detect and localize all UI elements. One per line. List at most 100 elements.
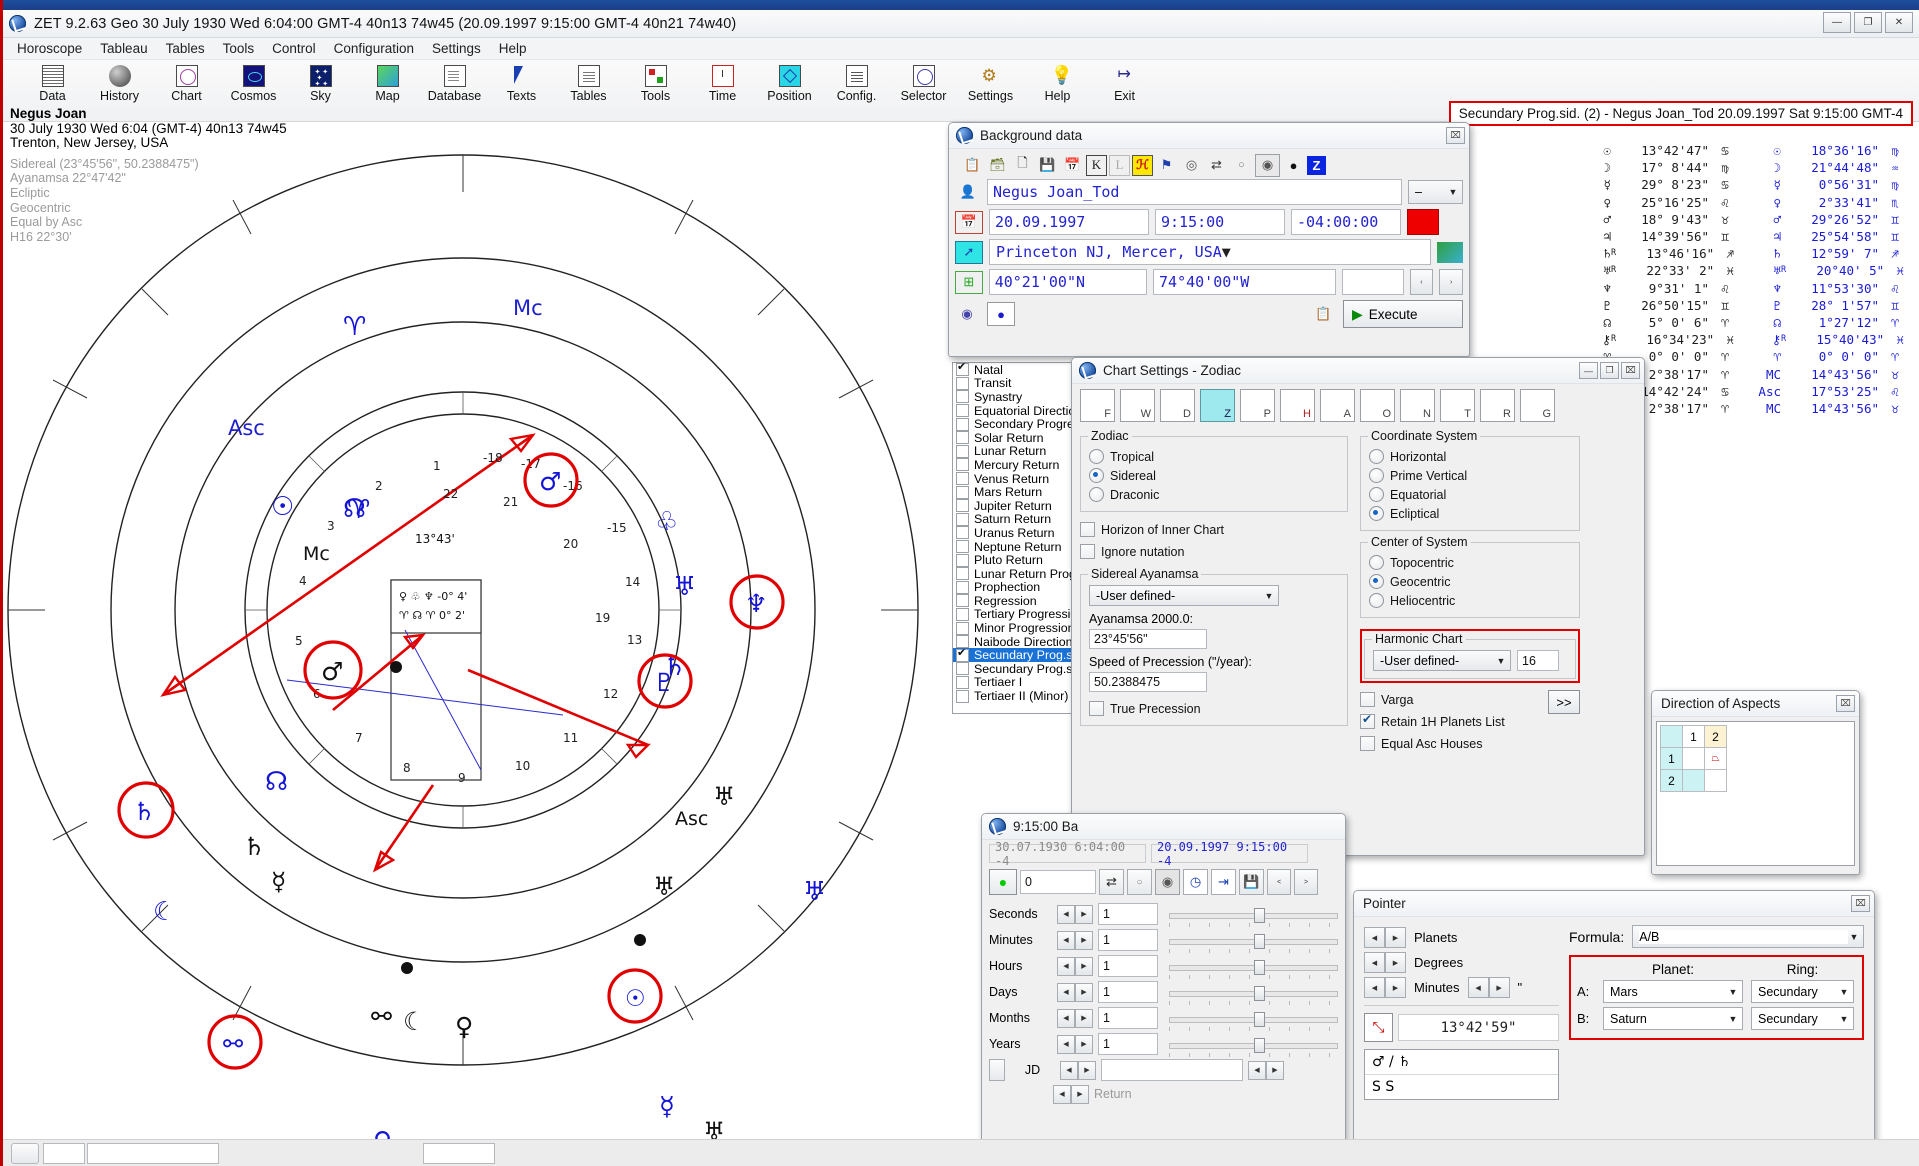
increment-button[interactable]: ▶ <box>1075 956 1093 976</box>
list-item[interactable]: Tertiaer I <box>953 675 1071 689</box>
checkbox[interactable] <box>956 646 969 662</box>
radio-icon[interactable] <box>1369 487 1384 502</box>
ring-icon[interactable]: ◉ <box>1155 869 1180 895</box>
toolbar-button-exit[interactable]: ↦ Exit <box>1091 63 1158 103</box>
close-icon[interactable]: ⌧ <box>1836 695 1855 712</box>
tab-P[interactable]: P <box>1240 389 1275 422</box>
planet-b-select[interactable]: Saturn ▼ <box>1603 1007 1743 1030</box>
location-icon[interactable]: ➚ <box>955 240 983 264</box>
target-datetime-field[interactable]: 20.09.1997 9:15:00 -4 <box>1151 840 1308 868</box>
tab-O[interactable]: O <box>1360 389 1395 422</box>
dot-icon[interactable]: ● <box>987 302 1015 326</box>
toolbar-button-data[interactable]: Data <box>19 63 86 103</box>
name-field[interactable]: Negus Joan_Tod <box>987 179 1402 205</box>
radio-icon[interactable] <box>1369 574 1384 589</box>
ayanamsa-preset-select[interactable]: -User defined- ▼ <box>1089 585 1279 606</box>
increment-button[interactable]: ▶ <box>1266 1060 1284 1080</box>
date-field[interactable]: 20.09.1997 <box>989 209 1149 235</box>
close-button[interactable]: ✕ <box>1885 12 1913 33</box>
maximize-button[interactable]: ❐ <box>1854 12 1882 33</box>
toolbar-button-history[interactable]: History <box>86 63 153 103</box>
increment-button[interactable]: ▶ <box>1385 927 1406 948</box>
stepper-buttons[interactable]: ◀ ▶ <box>1057 904 1093 924</box>
radio-icon[interactable] <box>1089 449 1104 464</box>
time-field[interactable]: 9:15:00 <box>1155 209 1285 235</box>
z-icon[interactable]: Z <box>1307 155 1326 175</box>
step-value-field[interactable]: 1 <box>1098 1033 1158 1055</box>
menu-settings[interactable]: Settings <box>423 39 490 58</box>
minimize-button[interactable]: — <box>1579 362 1598 379</box>
checkbox-ignore-nutation[interactable]: Ignore nutation <box>1080 542 1348 561</box>
decrement-button[interactable]: ◀ <box>1057 930 1075 950</box>
radio-icon[interactable] <box>1369 506 1384 521</box>
k-icon[interactable]: K <box>1086 154 1107 176</box>
menu-control[interactable]: Control <box>263 39 325 58</box>
list-item[interactable]: Venus Return <box>953 472 1071 486</box>
list-item[interactable]: Mars Return <box>953 485 1071 499</box>
matrix-cell[interactable] <box>1704 769 1727 792</box>
matrix-cell-active[interactable]: ⏢ <box>1704 747 1727 770</box>
toolbar-button-settings[interactable]: ⚙ Settings <box>957 63 1024 103</box>
chart-settings-dialog[interactable]: Chart Settings - Zodiac — ❐ ⌧ F W D Z P … <box>1071 357 1645 856</box>
gender-select[interactable]: – ▼ <box>1408 180 1463 204</box>
increment-button[interactable]: ▶ <box>1385 952 1406 973</box>
menu-tables[interactable]: Tables <box>157 39 214 58</box>
tab-N[interactable]: N <box>1400 389 1435 422</box>
list-item[interactable]: Secondary Progress <box>953 417 1071 431</box>
calendar-icon[interactable]: 📅 <box>1061 155 1084 176</box>
radio-prime-vertical[interactable]: Prime Vertical <box>1369 466 1571 485</box>
stepper-buttons[interactable]: ◀ ▶ <box>1057 930 1093 950</box>
toolbar-button-time[interactable]: Time <box>689 63 756 103</box>
prev-button[interactable]: ‹ <box>1409 269 1434 295</box>
checkbox-true-precession[interactable]: True Precession <box>1089 699 1339 718</box>
copy-icon[interactable]: 📋 <box>961 155 984 176</box>
tab-G[interactable]: G <box>1520 389 1555 422</box>
step-value-field[interactable]: 1 <box>1098 955 1158 977</box>
radio-equatorial[interactable]: Equatorial <box>1369 485 1571 504</box>
save-icon[interactable]: 💾 <box>1239 869 1264 895</box>
pointer-row-minutes[interactable]: ◀ ▶ Minutes ◀ ▶ " <box>1364 975 1559 1000</box>
list-item[interactable]: Minor Progression <box>953 621 1071 635</box>
checkbox[interactable] <box>956 567 969 581</box>
return-stepper[interactable]: ◀ ▶ <box>1053 1084 1089 1104</box>
jd-row[interactable]: JD ◀ ▶ ◀ ▶ <box>989 1057 1338 1083</box>
wheel-icon[interactable]: ◉ <box>955 304 979 325</box>
close-button[interactable]: ⌧ <box>1621 362 1640 379</box>
minimize-button[interactable]: — <box>1823 12 1851 33</box>
radio-draconic[interactable]: Draconic <box>1089 485 1339 504</box>
radio-icon[interactable] <box>1089 468 1104 483</box>
list-item[interactable]: Saturn Return <box>953 512 1071 526</box>
matrix-cell[interactable] <box>1682 769 1705 792</box>
menu-horoscope[interactable]: Horoscope <box>8 39 91 58</box>
checkbox[interactable] <box>956 444 969 458</box>
col-header-2[interactable]: 2 <box>1704 725 1727 748</box>
tab-T[interactable]: T <box>1440 389 1475 422</box>
next-button[interactable]: › <box>1439 269 1463 295</box>
checkbox-varga[interactable]: Varga <box>1360 690 1548 709</box>
increment-button[interactable]: ▶ <box>1385 977 1406 998</box>
checkbox-horizon-inner-chart[interactable]: Horizon of Inner Chart <box>1080 520 1348 539</box>
toolbar-button-config[interactable]: Config. <box>823 63 890 103</box>
pointer-row-planets[interactable]: ◀ ▶ Planets <box>1364 925 1559 950</box>
prev-step-button[interactable]: < <box>1267 869 1291 895</box>
planets-stepper[interactable]: ◀ ▶ <box>1364 927 1406 948</box>
checkbox[interactable] <box>956 512 969 526</box>
tab-A[interactable]: A <box>1320 389 1355 422</box>
menu-help[interactable]: Help <box>490 39 536 58</box>
checkbox[interactable] <box>956 458 969 472</box>
step-row-seconds[interactable]: Seconds ◀ ▶ 1 <box>989 901 1338 927</box>
list-item-selected[interactable]: Secundary Prog.sid. <box>953 646 1071 662</box>
increment-button[interactable]: ▶ <box>1488 977 1510 998</box>
sun-small-icon[interactable]: ○ <box>1127 869 1152 895</box>
increment-button[interactable]: ▶ <box>1075 1008 1093 1028</box>
list-item[interactable]: Regression <box>953 594 1071 608</box>
ayanamsa-2000-field[interactable]: 23°45'56" <box>1089 629 1207 649</box>
checkbox[interactable] <box>956 472 969 486</box>
radio-horizontal[interactable]: Horizontal <box>1369 447 1571 466</box>
step-slider[interactable] <box>1169 1011 1338 1031</box>
export-icon[interactable]: ⇥ <box>1211 869 1236 895</box>
source-datetime-field[interactable]: 30.07.1930 6:04:00 -4 <box>989 840 1146 868</box>
latitude-field[interactable]: 40°21'00"N <box>988 269 1148 295</box>
decrement-button[interactable]: ◀ <box>1057 982 1075 1002</box>
increment-button[interactable]: ▶ <box>1075 982 1093 1002</box>
